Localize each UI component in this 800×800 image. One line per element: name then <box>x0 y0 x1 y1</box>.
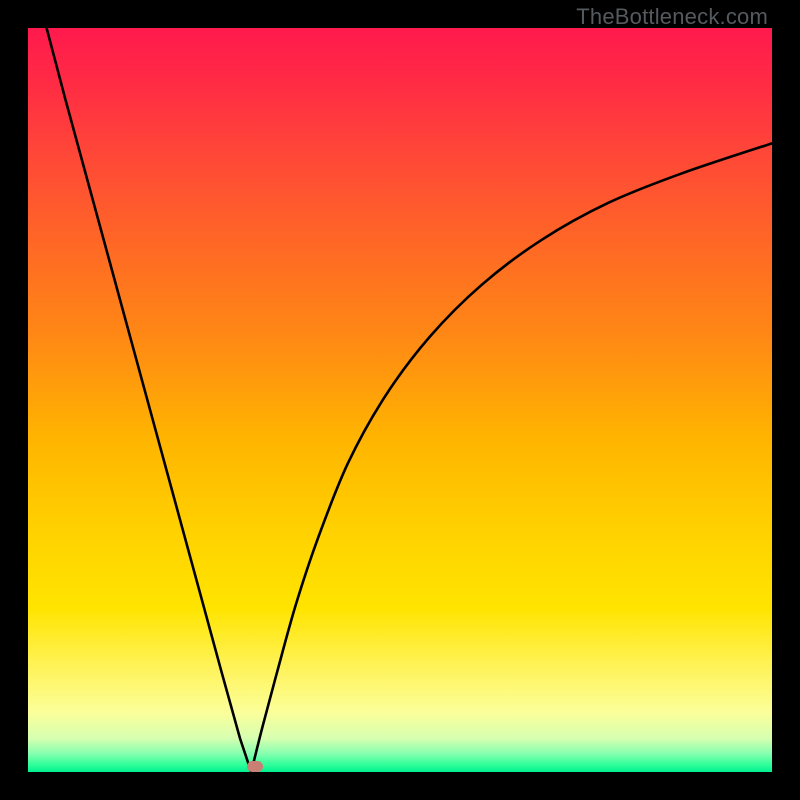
minimum-marker-dot <box>247 761 263 772</box>
chart-plot-area <box>28 28 772 772</box>
watermark-text: TheBottleneck.com <box>576 4 768 30</box>
heat-gradient-background <box>28 28 772 772</box>
